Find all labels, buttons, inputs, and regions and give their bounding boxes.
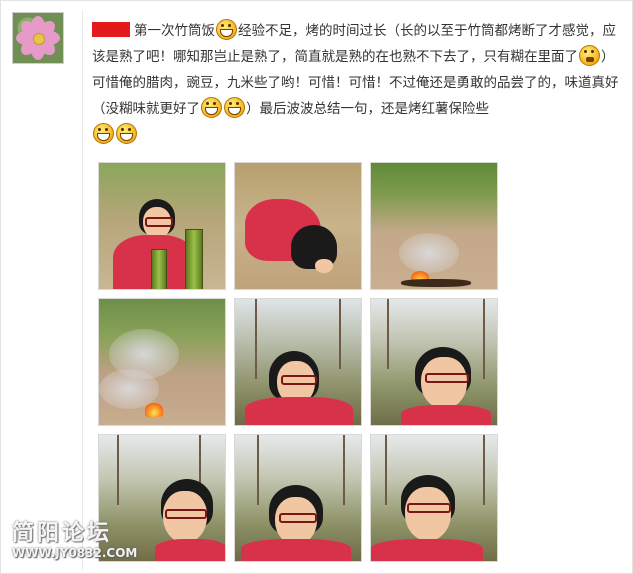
forum-watermark-title: 简阳论坛 <box>12 520 113 546</box>
thinking-icon <box>579 45 600 66</box>
photo-girl-eating-2[interactable] <box>370 298 498 426</box>
photo-girl-eating-4[interactable] <box>234 434 362 562</box>
photo-girl-eating-1[interactable] <box>234 298 362 426</box>
user-avatar[interactable] <box>12 12 64 64</box>
post-text-1: 第一次竹筒饭 <box>134 23 215 39</box>
photo-fire-smoke[interactable] <box>370 162 498 290</box>
column-divider <box>82 10 83 570</box>
grin-icon <box>201 97 222 118</box>
photo-girl-crouching[interactable] <box>234 162 362 290</box>
forum-watermark-url: WWW.JY0832.COM <box>12 546 138 560</box>
redacted-username[interactable] <box>92 22 130 37</box>
post-body: 第一次竹筒饭 经验不足，烤的时间过长（长的以至于竹筒都烤断了才感觉，应该是熟了吧！… <box>92 18 620 148</box>
grin-icon <box>116 123 137 144</box>
grin-icon <box>93 123 114 144</box>
photo-grid <box>98 162 498 562</box>
photo-fire-slope[interactable] <box>98 298 226 426</box>
photo-girl-eating-5[interactable] <box>370 434 498 562</box>
grin-icon <box>224 97 245 118</box>
grin-icon <box>216 19 237 40</box>
photo-girl-with-bamboo[interactable] <box>98 162 226 290</box>
photo-girl-eating-3[interactable] <box>98 434 226 562</box>
post-text-4: ）最后波波总结一句，还是烤红薯保险些 <box>246 101 489 117</box>
